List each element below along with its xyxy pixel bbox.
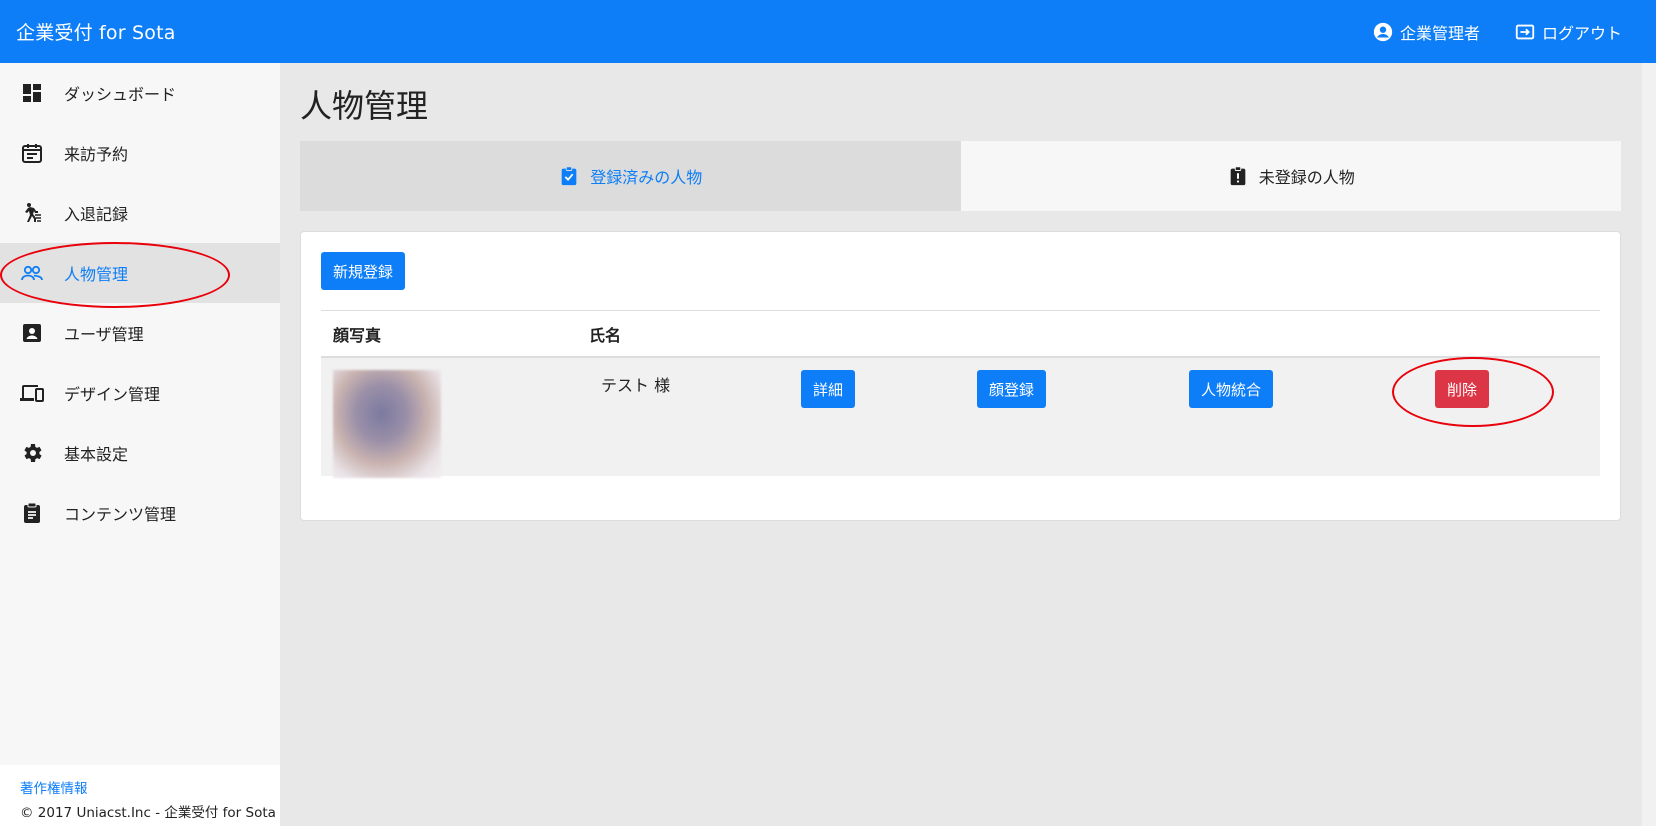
people-icon [20, 261, 44, 285]
top-navbar: 企業受付 for Sota 企業管理者 ログアウト [0, 0, 1656, 63]
main-content: 人物管理 登録済みの人物 未登録の人物 新規登録 顔写真 氏名 テスト 様 詳細… [280, 63, 1642, 826]
face-photo [333, 370, 441, 478]
devices-icon [20, 381, 44, 405]
people-table: 顔写真 氏名 テスト 様 詳細 顔登録 人物統合 削除 [321, 310, 1600, 478]
sidebar-item-label: 入退記録 [64, 205, 129, 224]
sidebar-item-label: コンテンツ管理 [64, 505, 177, 524]
face-register-button[interactable]: 顔登録 [977, 370, 1047, 408]
sidebar-item-visit-reservation[interactable]: 来訪予約 [0, 123, 280, 183]
copyright-link[interactable]: 著作権情報 [20, 777, 280, 797]
table-row: テスト 様 詳細 顔登録 人物統合 削除 [321, 358, 1600, 478]
gear-icon [20, 441, 44, 465]
sidebar-item-label: 基本設定 [64, 445, 129, 464]
sidebar-footer: 著作権情報 © 2017 Uniacst.Inc - 企業受付 for Sota [0, 765, 280, 826]
sidebar-item-design[interactable]: デザイン管理 [0, 363, 280, 423]
page-title: 人物管理 [300, 87, 429, 125]
new-register-button[interactable]: 新規登録 [321, 252, 406, 290]
sidebar-item-label: ダッシュボード [64, 85, 177, 104]
delete-button[interactable]: 削除 [1435, 370, 1490, 408]
merge-person-button[interactable]: 人物統合 [1189, 370, 1274, 408]
sidebar-item-label: 人物管理 [64, 265, 129, 284]
person-name: テスト 様 [601, 376, 671, 395]
clipboard-alert-icon [1227, 165, 1249, 187]
detail-button[interactable]: 詳細 [801, 370, 856, 408]
logout-icon [1514, 21, 1536, 43]
sidebar-item-basic-settings[interactable]: 基本設定 [0, 423, 280, 483]
user-circle-icon [1372, 21, 1394, 43]
tab-unregistered-people[interactable]: 未登録の人物 [960, 141, 1621, 211]
copyright-text: © 2017 Uniacst.Inc - 企業受付 for Sota [20, 805, 276, 821]
sidebar-item-dashboard[interactable]: ダッシュボード [0, 63, 280, 123]
clipboard-check-icon [558, 165, 580, 187]
column-header-name: 氏名 [589, 325, 622, 345]
sidebar-item-label: デザイン管理 [64, 385, 161, 404]
tab-registered-people[interactable]: 登録済みの人物 [300, 141, 961, 211]
table-header: 顔写真 氏名 [321, 310, 1600, 358]
calendar-icon [20, 141, 44, 165]
logout-button[interactable]: ログアウト [1514, 20, 1622, 44]
walking-person-icon [20, 201, 44, 225]
people-card: 新規登録 顔写真 氏名 テスト 様 詳細 顔登録 人物統合 削除 [300, 231, 1621, 521]
tab-bar: 登録済みの人物 未登録の人物 [300, 141, 1621, 211]
sidebar-item-people[interactable]: 人物管理 [0, 243, 280, 303]
sidebar-item-label: 来訪予約 [64, 145, 129, 164]
sidebar-item-label: ユーザ管理 [64, 325, 144, 344]
clipboard-icon [20, 501, 44, 525]
dashboard-icon [20, 81, 44, 105]
user-label: 企業管理者 [1399, 23, 1480, 43]
user-badge-icon [20, 321, 44, 345]
tab-label: 未登録の人物 [1258, 168, 1355, 187]
sidebar: ダッシュボード 来訪予約 入退記録 人物管理 ユーザ管理 デザイン管理 基本設定… [0, 63, 280, 826]
logout-label: ログアウト [1541, 23, 1622, 43]
app-title[interactable]: 企業受付 for Sota [16, 18, 176, 45]
sidebar-item-entry-log[interactable]: 入退記録 [0, 183, 280, 243]
column-header-photo: 顔写真 [333, 325, 382, 345]
tab-label: 登録済みの人物 [590, 168, 703, 187]
sidebar-item-contents[interactable]: コンテンツ管理 [0, 483, 280, 543]
user-menu[interactable]: 企業管理者 [1372, 20, 1480, 44]
sidebar-item-user-management[interactable]: ユーザ管理 [0, 303, 280, 363]
scrollbar[interactable] [1642, 63, 1656, 826]
